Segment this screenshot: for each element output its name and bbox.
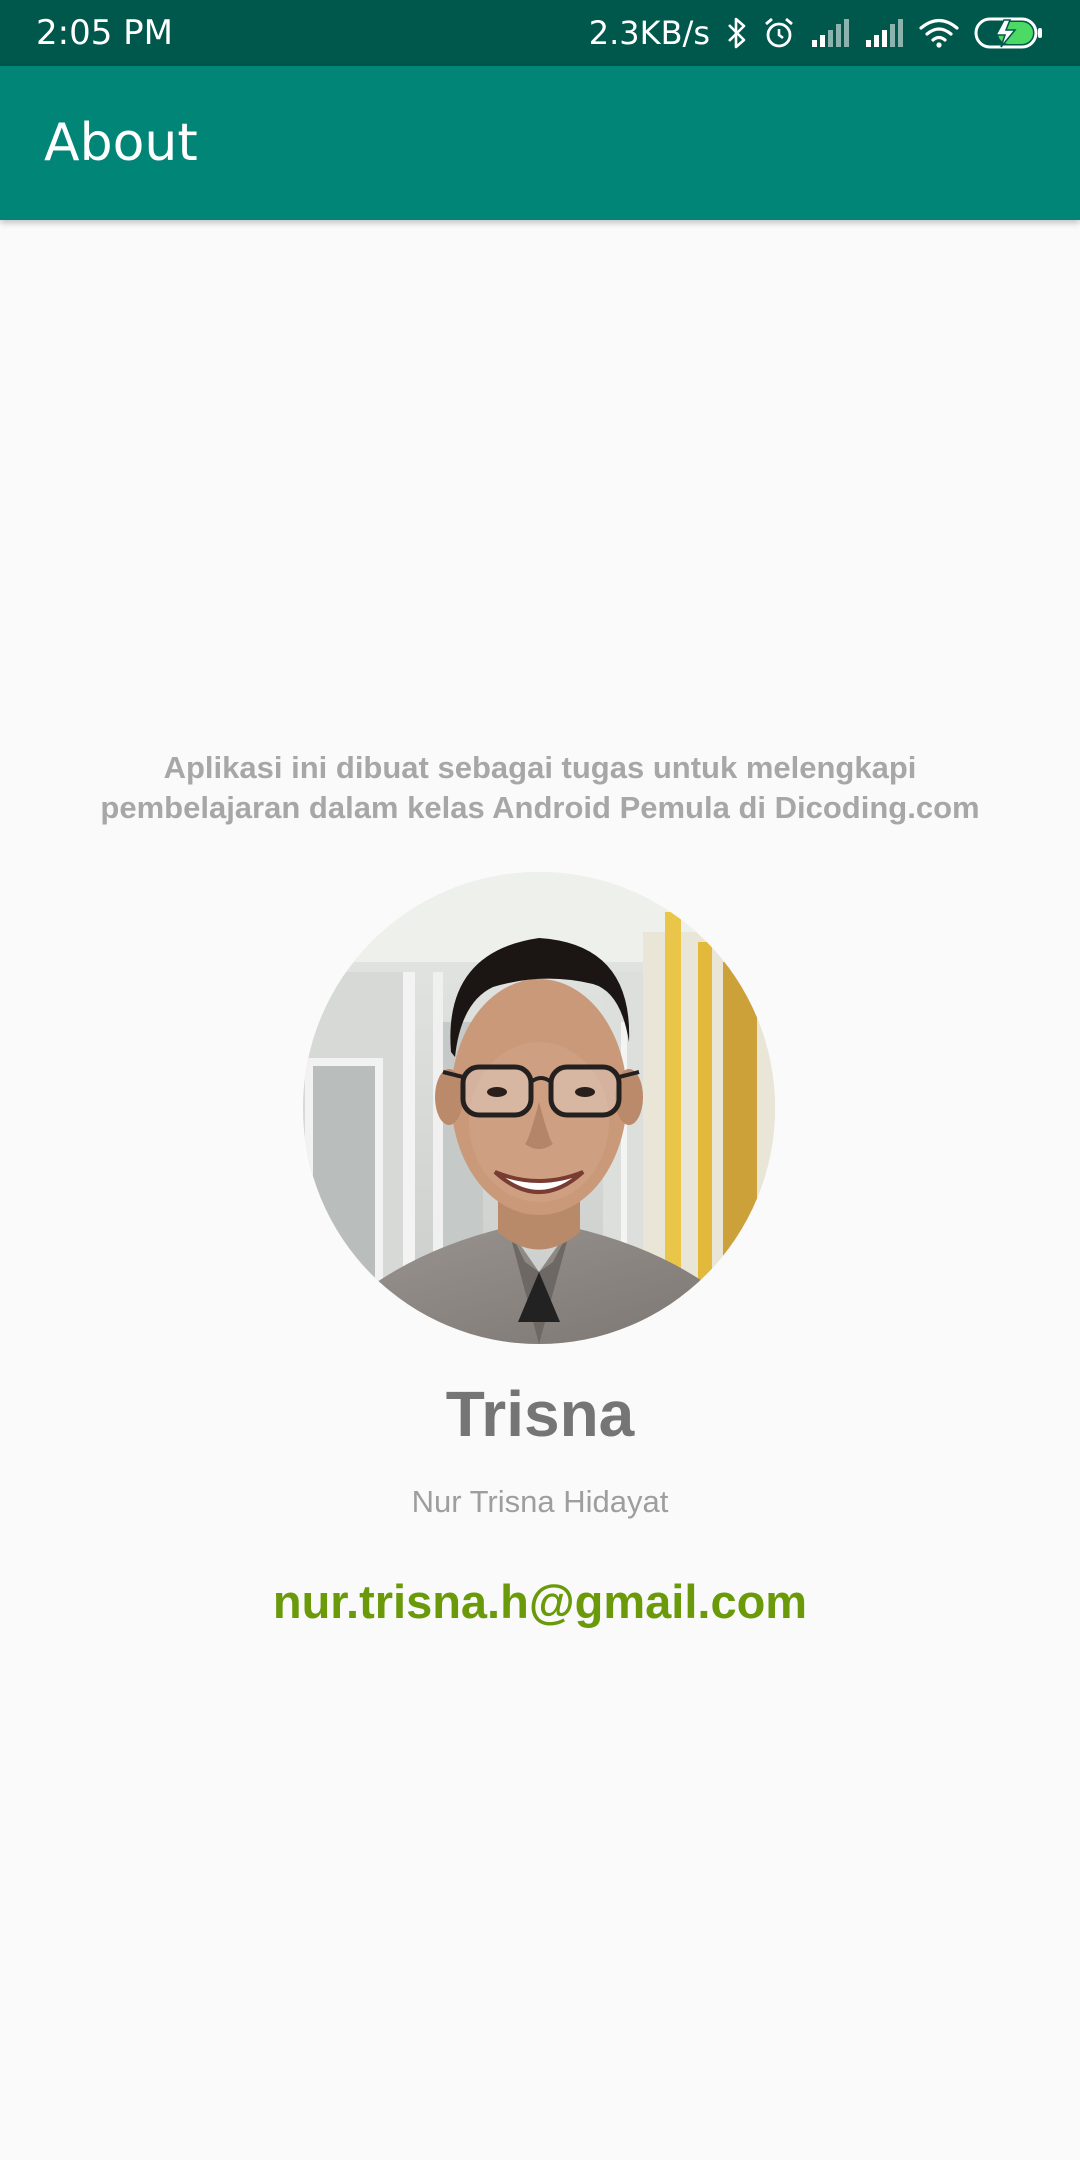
profile-email-link[interactable]: nur.trisna.h@gmail.com [0, 1572, 1080, 1632]
profile-nickname: Trisna [445, 1378, 635, 1450]
profile-full-name: Nur Trisna Hidayat [411, 1484, 669, 1519]
status-icons: 2.3KB/s [589, 0, 1044, 66]
battery-charging-icon [974, 16, 1044, 50]
alarm-icon [762, 16, 796, 50]
signal-icon [864, 18, 904, 48]
bluetooth-icon [726, 16, 748, 50]
network-speed: 2.3KB/s [588, 14, 710, 52]
status-bar: 2:05 PM 2.3KB/s [0, 0, 1080, 66]
signal-icon [810, 18, 850, 48]
app-description: Aplikasi ini dibuat sebagai tugas untuk … [100, 750, 980, 825]
about-screen: 2:05 PM 2.3KB/s About Aplikasi ini dibua… [0, 0, 1080, 2160]
app-bar: About [0, 66, 1080, 220]
profile-photo [303, 872, 775, 1344]
status-time: 2:05 PM [36, 13, 173, 53]
wifi-icon [918, 17, 960, 49]
page-title: About [44, 113, 198, 173]
